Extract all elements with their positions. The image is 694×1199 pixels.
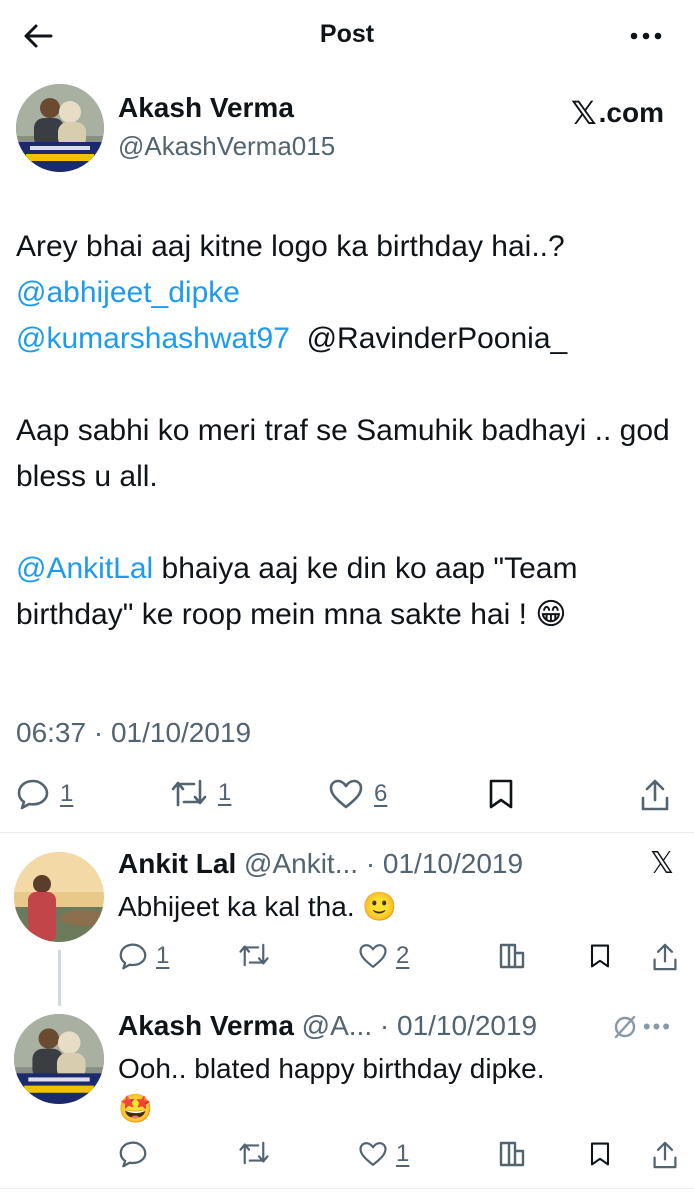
- post-paragraph: Aap sabhi ko meri traf se Samuhik badhay…: [16, 414, 670, 493]
- reply-header: Ankit Lal @Ankit... · 01/10/2019: [118, 848, 523, 880]
- reply-date[interactable]: · 01/10/2019: [380, 1010, 537, 1041]
- x-logo-icon: 𝕏: [570, 94, 597, 132]
- share-button[interactable]: [652, 942, 678, 972]
- reply-button[interactable]: [118, 1140, 148, 1168]
- bookmark-icon: [590, 944, 610, 968]
- reply-text: Abhijeet ka kal tha. 🙂: [118, 890, 398, 923]
- source-label: 𝕏 .com: [570, 94, 664, 132]
- like-count: 1: [396, 1140, 410, 1167]
- reply-author-handle[interactable]: @A...: [302, 1010, 372, 1041]
- like-button[interactable]: 2: [358, 942, 409, 970]
- author-name[interactable]: Akash Verma: [118, 92, 294, 124]
- reply-count: 1: [156, 942, 170, 969]
- post-text: Arey bhai aaj kitne logo ka birthday hai…: [16, 224, 680, 638]
- reply-actions: 1: [118, 1140, 680, 1176]
- comment-icon: [119, 1141, 147, 1168]
- reply-button[interactable]: 1: [16, 778, 73, 810]
- reply-author-handle[interactable]: @Ankit...: [244, 848, 358, 879]
- bar-chart-icon: [499, 943, 525, 969]
- reply-actions: 1 2: [118, 942, 680, 978]
- more-horizontal-icon: [630, 32, 662, 40]
- heart-icon: [359, 944, 387, 968]
- reply-count: 1: [60, 780, 74, 807]
- like-count: 2: [396, 942, 410, 969]
- bookmark-icon: [590, 1142, 610, 1166]
- post-paragraph: @AnkitLal bhaiya aaj ke din ko aap "Team…: [16, 552, 578, 632]
- bookmark-button[interactable]: [486, 778, 516, 810]
- bookmark-button[interactable]: [588, 1140, 612, 1168]
- like-button[interactable]: 1: [358, 1140, 409, 1168]
- thread-connector: [58, 950, 61, 1006]
- top-bar: Post: [0, 0, 694, 72]
- heart-icon: [359, 1142, 387, 1166]
- post-paragraph: Arey bhai aaj kitne logo ka birthday hai…: [16, 230, 568, 355]
- author-handle[interactable]: @AkashVerma015: [118, 131, 335, 162]
- mention-link[interactable]: @abhijeet_dipke: [16, 276, 240, 309]
- reply-date[interactable]: · 01/10/2019: [366, 848, 523, 879]
- repost-button[interactable]: [238, 942, 270, 968]
- bookmark-button[interactable]: [588, 942, 612, 970]
- reply-author-name[interactable]: Akash Verma: [118, 1010, 294, 1041]
- share-icon: [653, 943, 677, 971]
- mention-text: @RavinderPoonia_: [306, 322, 568, 355]
- share-icon: [653, 1141, 677, 1169]
- reply-button[interactable]: 1: [118, 942, 169, 970]
- repost-button[interactable]: [238, 1140, 270, 1166]
- share-button[interactable]: [640, 778, 670, 812]
- heart-icon: [329, 779, 363, 809]
- avatar[interactable]: [14, 1014, 104, 1104]
- grin-emoji: 😁: [535, 597, 567, 632]
- repost-button[interactable]: 1: [170, 778, 231, 808]
- divider: [0, 1188, 694, 1189]
- mention-link[interactable]: @kumarshashwat97: [16, 322, 290, 355]
- bookmark-icon: [489, 779, 513, 809]
- comment-icon: [17, 779, 49, 810]
- share-button[interactable]: [652, 1140, 678, 1170]
- divider: [0, 832, 694, 833]
- repost-icon: [239, 1141, 269, 1165]
- post-timestamp[interactable]: 06:37 · 01/10/2019: [16, 717, 251, 749]
- smile-emoji: 🙂: [362, 890, 398, 923]
- more-button[interactable]: [626, 20, 666, 52]
- comment-icon: [119, 943, 147, 970]
- star-struck-emoji: 🤩: [118, 1092, 153, 1125]
- x-logo-icon: 𝕏: [649, 846, 674, 881]
- reply-header: Akash Verma @A... · 01/10/2019: [118, 1010, 537, 1042]
- reply-author-name[interactable]: Ankit Lal: [118, 848, 236, 879]
- views-button[interactable]: [498, 942, 526, 970]
- repost-count: 1: [218, 779, 232, 806]
- slash-circle-icon[interactable]: [612, 1014, 638, 1045]
- like-count: 6: [374, 780, 388, 807]
- like-button[interactable]: 6: [328, 778, 387, 810]
- repost-icon: [171, 779, 207, 807]
- more-horizontal-icon[interactable]: •••: [643, 1014, 672, 1040]
- repost-icon: [239, 943, 269, 967]
- bar-chart-icon: [499, 1141, 525, 1167]
- page-title: Post: [319, 20, 375, 48]
- mention-link[interactable]: @AnkitLal: [16, 552, 153, 585]
- avatar[interactable]: [16, 84, 104, 172]
- views-button[interactable]: [498, 1140, 526, 1168]
- share-icon: [641, 779, 669, 811]
- post-actions: 1 1 6: [16, 778, 680, 822]
- avatar[interactable]: [14, 852, 104, 942]
- reply-text: Ooh.. blated happy birthday dipke. 🤩: [118, 1053, 545, 1125]
